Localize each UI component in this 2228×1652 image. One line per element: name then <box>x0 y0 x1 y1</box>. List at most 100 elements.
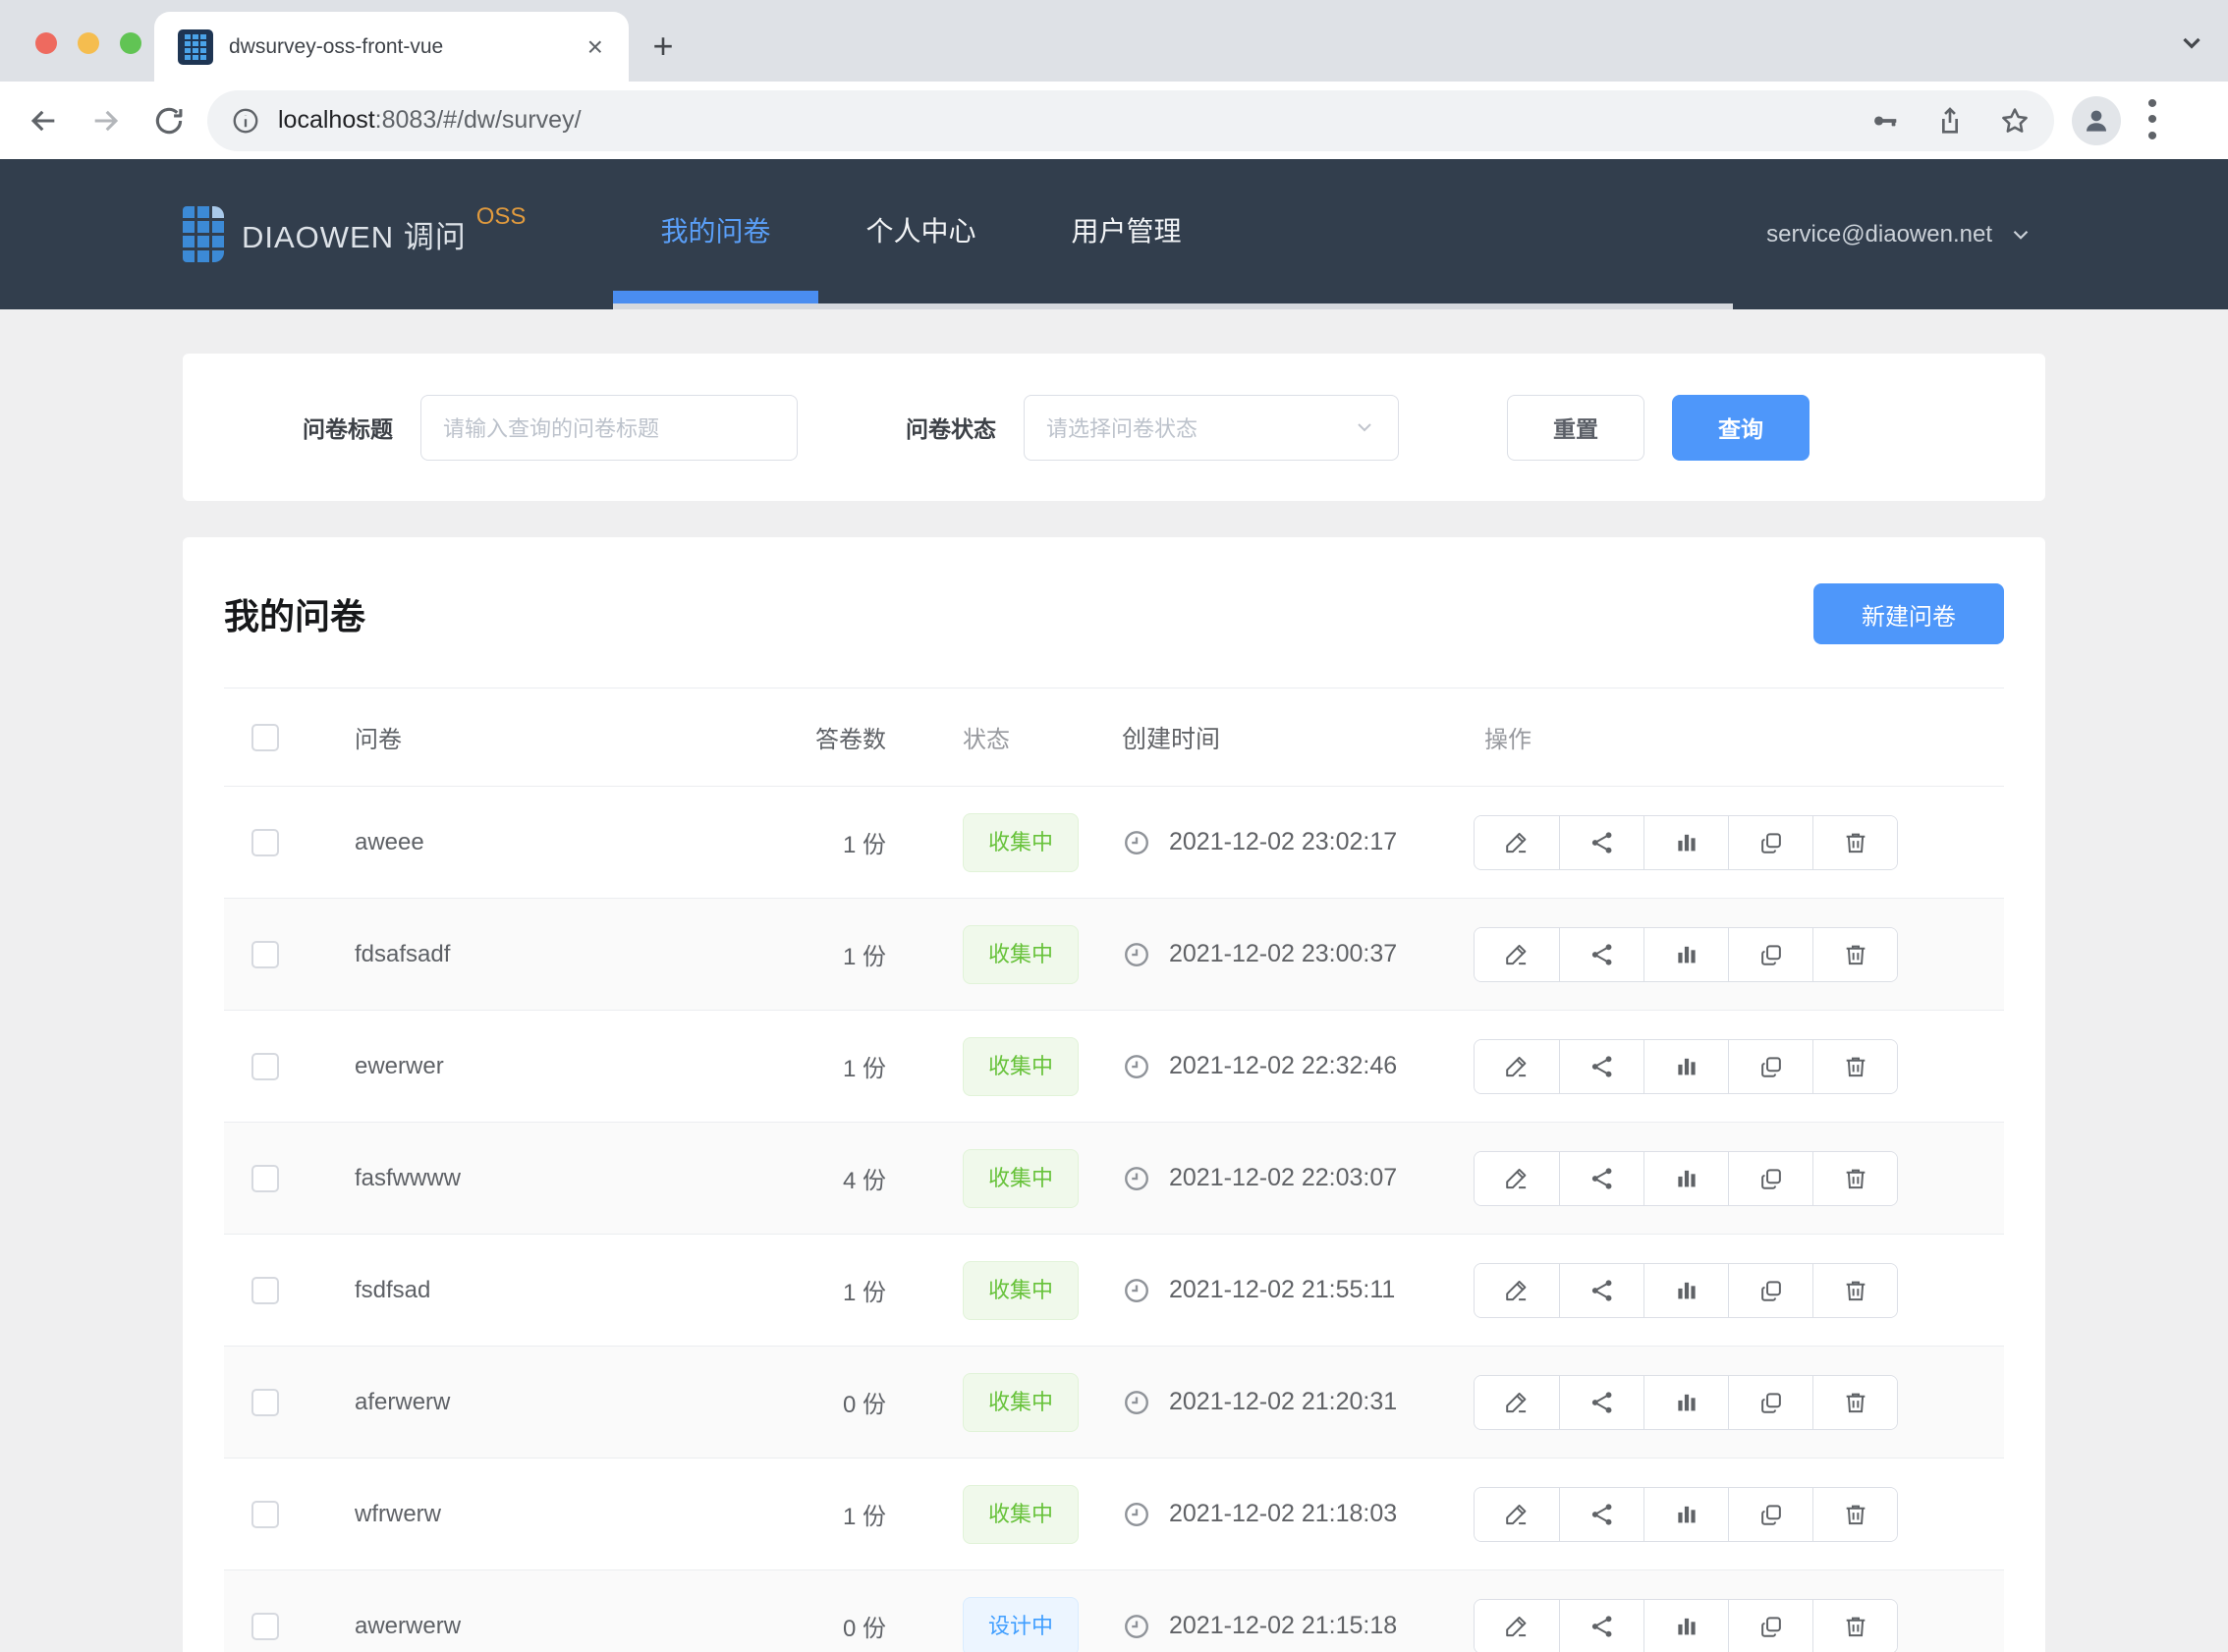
stats-icon <box>1673 941 1700 968</box>
copy-icon <box>1757 1277 1785 1304</box>
back-icon[interactable] <box>27 104 60 138</box>
copy-button[interactable] <box>1728 1264 1812 1317</box>
row-checkbox[interactable] <box>251 1501 279 1528</box>
edit-button[interactable] <box>1475 1488 1559 1541</box>
edit-button[interactable] <box>1475 1152 1559 1205</box>
diaowen-logo-icon <box>183 206 224 262</box>
edit-icon <box>1503 829 1531 856</box>
column-header-created: 创建时间 <box>1102 720 1466 755</box>
share-button[interactable] <box>1559 1488 1643 1541</box>
clock-icon <box>1122 1052 1151 1081</box>
copy-button[interactable] <box>1728 1376 1812 1429</box>
select-all-checkbox[interactable] <box>251 724 279 751</box>
share-page-icon[interactable] <box>1934 105 1966 137</box>
table-row: aferwerw0 份收集中2021-12-02 21:20:31 <box>224 1347 2004 1459</box>
share-button[interactable] <box>1559 1376 1643 1429</box>
copy-button[interactable] <box>1728 1488 1812 1541</box>
window-minimize-button[interactable] <box>78 32 99 54</box>
edit-button[interactable] <box>1475 816 1559 869</box>
delete-button[interactable] <box>1812 1600 1897 1652</box>
stats-button[interactable] <box>1643 1152 1728 1205</box>
edit-button[interactable] <box>1475 928 1559 981</box>
stats-icon <box>1673 1053 1700 1080</box>
bookmark-star-icon[interactable] <box>1999 105 2031 137</box>
edit-button[interactable] <box>1475 1264 1559 1317</box>
browser-tab[interactable]: dwsurvey-oss-front-vue × <box>154 12 629 82</box>
nav-item-user-management[interactable]: 用户管理 <box>1024 159 1229 309</box>
search-button[interactable]: 查询 <box>1672 395 1810 461</box>
stats-button[interactable] <box>1643 928 1728 981</box>
delete-button[interactable] <box>1812 816 1897 869</box>
nav-item-my-surveys[interactable]: 我的问卷 <box>613 159 818 309</box>
password-key-icon[interactable] <box>1869 105 1901 137</box>
window-maximize-button[interactable] <box>120 32 141 54</box>
share-button[interactable] <box>1559 816 1643 869</box>
edit-icon <box>1503 1165 1531 1192</box>
clock-icon <box>1122 1388 1151 1417</box>
delete-icon <box>1842 1277 1869 1304</box>
delete-button[interactable] <box>1812 1040 1897 1093</box>
user-menu[interactable]: service@diaowen.net <box>1766 221 2033 248</box>
stats-button[interactable] <box>1643 816 1728 869</box>
created-time: 2021-12-02 21:20:31 <box>1169 1388 1397 1416</box>
app-logo: DIAOWEN 调问 OSS <box>183 159 584 309</box>
delete-button[interactable] <box>1812 1488 1897 1541</box>
row-checkbox[interactable] <box>251 1277 279 1304</box>
row-checkbox[interactable] <box>251 1389 279 1416</box>
forward-icon[interactable] <box>89 104 123 138</box>
create-survey-button[interactable]: 新建问卷 <box>1813 583 2004 644</box>
stats-button[interactable] <box>1643 1376 1728 1429</box>
nav-item-personal-center[interactable]: 个人中心 <box>818 159 1024 309</box>
row-checkbox[interactable] <box>251 1613 279 1640</box>
survey-status-select[interactable]: 请选择问卷状态 <box>1024 395 1399 461</box>
tab-search-chevron-icon[interactable] <box>2177 28 2206 62</box>
delete-button[interactable] <box>1812 1152 1897 1205</box>
browser-tab-strip: dwsurvey-oss-front-vue × + <box>0 0 2228 82</box>
row-checkbox[interactable] <box>251 829 279 856</box>
share-button[interactable] <box>1559 1600 1643 1652</box>
share-button[interactable] <box>1559 1040 1643 1093</box>
edit-button[interactable] <box>1475 1376 1559 1429</box>
share-icon <box>1588 941 1616 968</box>
copy-button[interactable] <box>1728 816 1812 869</box>
copy-icon <box>1757 941 1785 968</box>
edit-button[interactable] <box>1475 1600 1559 1652</box>
tab-title: dwsurvey-oss-front-vue <box>229 35 582 59</box>
row-checkbox[interactable] <box>251 1165 279 1192</box>
stats-icon <box>1673 1501 1700 1528</box>
delete-button[interactable] <box>1812 1264 1897 1317</box>
share-button[interactable] <box>1559 1264 1643 1317</box>
edit-icon <box>1503 1053 1531 1080</box>
copy-button[interactable] <box>1728 1040 1812 1093</box>
copy-button[interactable] <box>1728 1600 1812 1652</box>
stats-button[interactable] <box>1643 1488 1728 1541</box>
stats-icon <box>1673 1165 1700 1192</box>
delete-icon <box>1842 1613 1869 1640</box>
response-count: 0 份 <box>776 1385 886 1419</box>
delete-button[interactable] <box>1812 928 1897 981</box>
created-time: 2021-12-02 23:00:37 <box>1169 940 1397 968</box>
stats-button[interactable] <box>1643 1264 1728 1317</box>
delete-button[interactable] <box>1812 1376 1897 1429</box>
row-checkbox[interactable] <box>251 1053 279 1080</box>
reset-button[interactable]: 重置 <box>1507 395 1644 461</box>
reload-icon[interactable] <box>152 104 186 138</box>
copy-button[interactable] <box>1728 928 1812 981</box>
stats-button[interactable] <box>1643 1600 1728 1652</box>
window-close-button[interactable] <box>35 32 57 54</box>
row-checkbox[interactable] <box>251 941 279 968</box>
status-badge: 收集中 <box>963 1261 1079 1320</box>
copy-button[interactable] <box>1728 1152 1812 1205</box>
edit-button[interactable] <box>1475 1040 1559 1093</box>
share-button[interactable] <box>1559 1152 1643 1205</box>
tab-close-icon[interactable]: × <box>582 31 609 63</box>
new-tab-button[interactable]: + <box>643 28 683 67</box>
survey-title-input[interactable]: 请输入查询的问卷标题 <box>420 395 798 461</box>
column-header-actions: 操作 <box>1466 720 2004 754</box>
browser-menu-icon[interactable]: ••• <box>2143 96 2162 145</box>
stats-button[interactable] <box>1643 1040 1728 1093</box>
share-button[interactable] <box>1559 928 1643 981</box>
address-bar[interactable]: localhost:8083/#/dw/survey/ <box>207 90 2054 151</box>
site-info-icon[interactable] <box>231 106 260 136</box>
browser-profile-avatar[interactable] <box>2072 96 2121 145</box>
